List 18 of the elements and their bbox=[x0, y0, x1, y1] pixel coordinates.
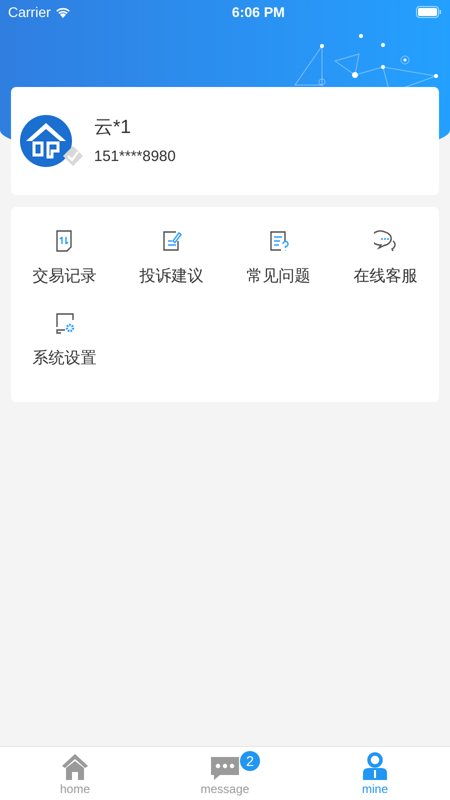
home-icon bbox=[60, 752, 90, 780]
avatar-icon bbox=[20, 115, 72, 167]
battery-icon bbox=[416, 6, 442, 18]
menu-item[interactable]: 投诉建议 bbox=[140, 265, 204, 289]
menu-item[interactable]: 交易记录 bbox=[32, 265, 96, 289]
user-icon bbox=[362, 752, 388, 780]
carrier-label: Carrier bbox=[8, 2, 51, 22]
wifi-icon bbox=[54, 6, 71, 18]
menu-item[interactable]: 系统设置 bbox=[32, 347, 96, 371]
chat-icon bbox=[211, 754, 239, 780]
badge: 2 bbox=[240, 751, 260, 771]
menu-item[interactable]: 在线客服 bbox=[354, 265, 418, 289]
phone-number: 151****8980 bbox=[94, 147, 176, 167]
menu-item[interactable]: 常见问题 bbox=[246, 265, 310, 289]
clock: 6:06 PM bbox=[232, 2, 285, 22]
chat-bubbles-icon bbox=[374, 229, 398, 253]
profile-card[interactable]: 云*1 151****8980 bbox=[11, 87, 439, 195]
user-name: 云*1 bbox=[94, 116, 132, 140]
